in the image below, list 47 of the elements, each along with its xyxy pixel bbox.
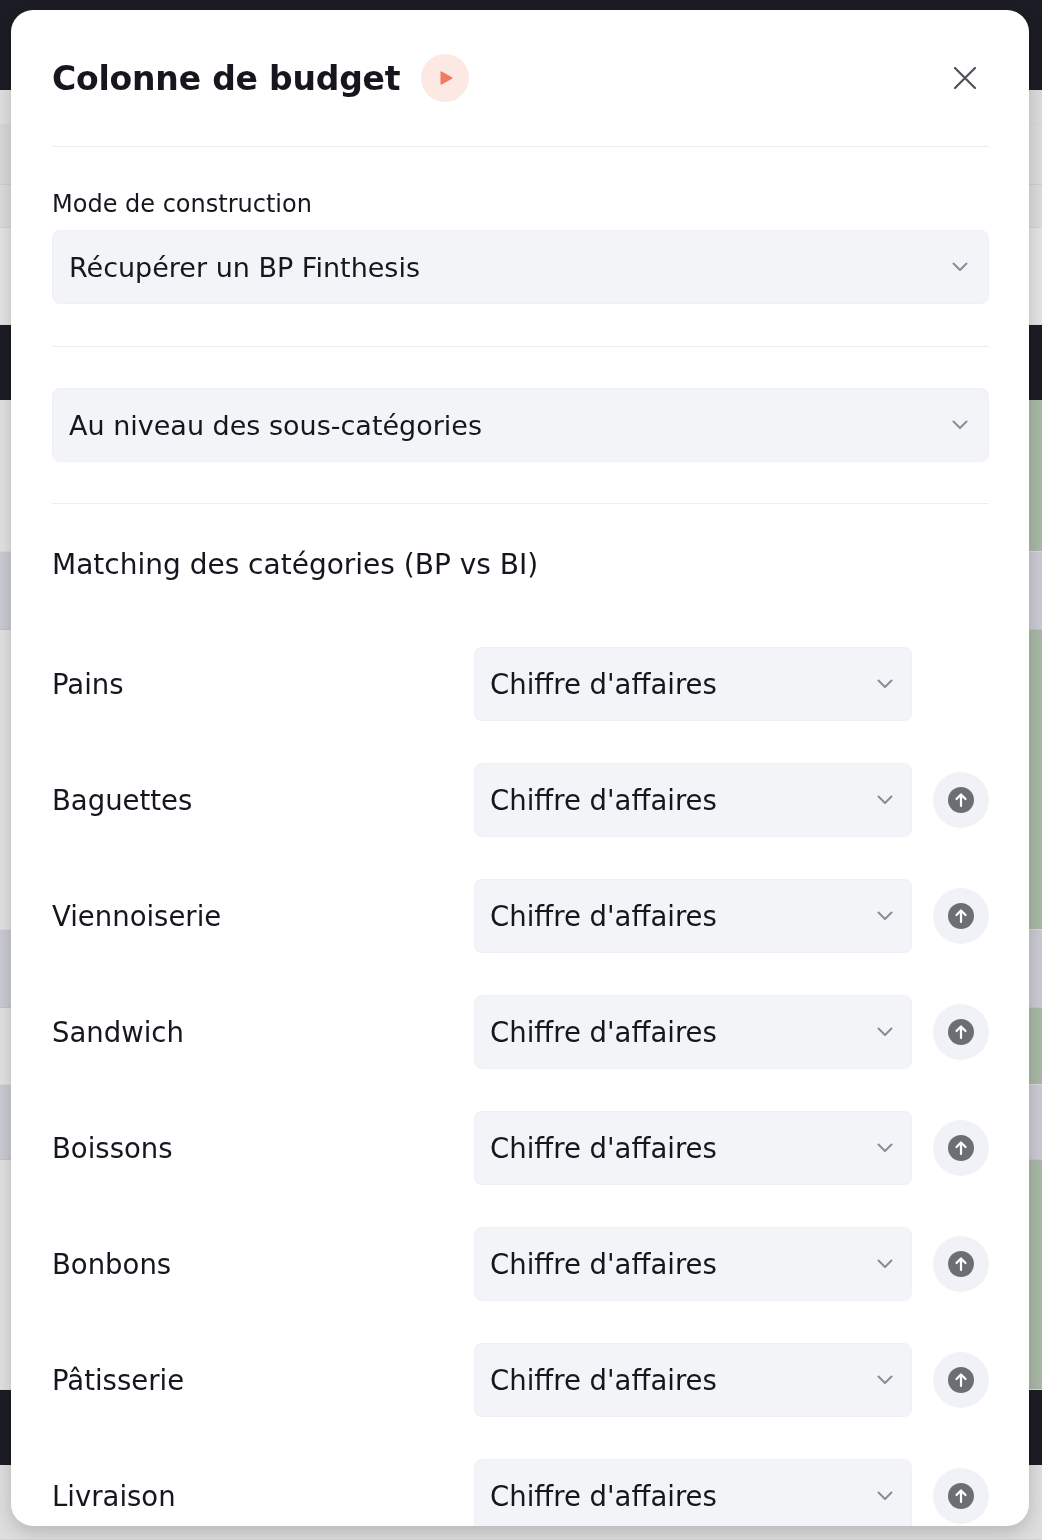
category-mapping-select[interactable]: Chiffre d'affaires — [474, 763, 912, 837]
field-label: Mode de construction — [52, 189, 312, 219]
move-up-button[interactable] — [933, 1004, 989, 1060]
chevron-down-icon — [952, 420, 968, 430]
construction-mode-select[interactable]: Récupérer un BP Finthesis — [52, 230, 989, 304]
chevron-down-icon — [877, 1375, 893, 1385]
arrow-up-circle-icon — [948, 1367, 974, 1393]
level-select[interactable]: Au niveau des sous-catégories — [52, 388, 989, 462]
arrow-up-circle-icon — [948, 1251, 974, 1277]
chevron-down-icon — [877, 911, 893, 921]
category-mapping-select[interactable]: Chiffre d'affaires — [474, 1227, 912, 1301]
category-mapping-select[interactable]: Chiffre d'affaires — [474, 1343, 912, 1417]
move-up-button[interactable] — [933, 1236, 989, 1292]
category-mapping-select[interactable]: Chiffre d'affaires — [474, 647, 912, 721]
dialog-title: Colonne de budget — [52, 58, 401, 98]
move-up-button[interactable] — [933, 1120, 989, 1176]
category-mapping-select[interactable]: Chiffre d'affaires — [474, 1111, 912, 1185]
category-label: Pains — [52, 668, 124, 700]
category-label: Pâtisserie — [52, 1364, 185, 1396]
category-label: Baguettes — [52, 784, 193, 816]
arrow-up-circle-icon — [948, 903, 974, 929]
chevron-down-icon — [877, 1027, 893, 1037]
category-label: Boissons — [52, 1132, 173, 1164]
category-label: Sandwich — [52, 1016, 184, 1048]
close-icon[interactable] — [953, 66, 977, 90]
chevron-down-icon — [877, 1259, 893, 1269]
chevron-down-icon — [877, 1491, 893, 1501]
category-mapping-select[interactable]: Chiffre d'affaires — [474, 879, 912, 953]
category-label: Livraison — [52, 1480, 176, 1512]
chevron-down-icon — [877, 679, 893, 689]
chevron-down-icon — [877, 795, 893, 805]
move-up-button[interactable] — [933, 888, 989, 944]
category-mapping-select[interactable]: Chiffre d'affaires — [474, 1459, 912, 1526]
section-heading: Matching des catégories (BP vs BI) — [52, 547, 539, 583]
move-up-button[interactable] — [933, 1352, 989, 1408]
move-up-button[interactable] — [933, 1468, 989, 1524]
chevron-down-icon — [877, 1143, 893, 1153]
arrow-up-circle-icon — [948, 1483, 974, 1509]
arrow-up-circle-icon — [948, 1019, 974, 1045]
category-label: Viennoiserie — [52, 900, 222, 932]
move-up-button[interactable] — [933, 772, 989, 828]
play-icon[interactable] — [421, 54, 470, 102]
category-label: Bonbons — [52, 1248, 172, 1280]
arrow-up-circle-icon — [948, 1135, 974, 1161]
category-mapping-select[interactable]: Chiffre d'affaires — [474, 995, 912, 1069]
chevron-down-icon — [952, 262, 968, 272]
arrow-up-circle-icon — [948, 787, 974, 813]
